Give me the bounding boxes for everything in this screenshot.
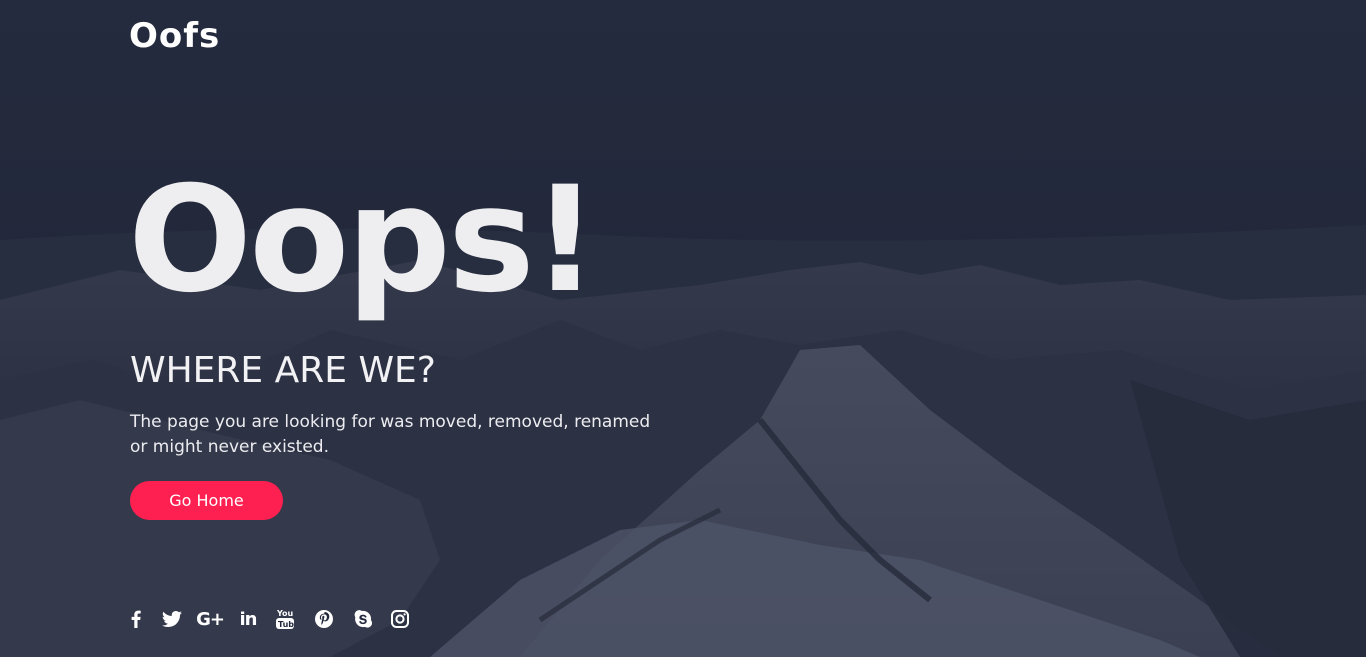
error-subtitle: WHERE ARE WE? — [130, 350, 436, 391]
linkedin-icon[interactable]: in — [237, 604, 259, 634]
google-plus-icon[interactable]: G+ — [196, 604, 225, 634]
error-page: Oofs Oops! WHERE ARE WE? The page you ar… — [0, 0, 1366, 657]
svg-text:You: You — [276, 609, 294, 618]
go-home-button[interactable]: Go Home — [130, 481, 283, 520]
svg-text:Tube: Tube — [278, 620, 294, 629]
skype-icon[interactable] — [350, 604, 376, 634]
site-logo[interactable]: Oofs — [129, 14, 220, 58]
instagram-icon[interactable] — [389, 604, 411, 634]
youtube-icon[interactable]: You Tube — [272, 604, 298, 634]
facebook-icon[interactable] — [124, 604, 148, 634]
error-headline: Oops! — [128, 155, 598, 325]
error-message: The page you are looking for was moved, … — [130, 412, 651, 457]
twitter-icon[interactable] — [161, 604, 183, 634]
social-links: G+ in You Tube — [124, 604, 424, 634]
pinterest-icon[interactable] — [311, 604, 337, 634]
